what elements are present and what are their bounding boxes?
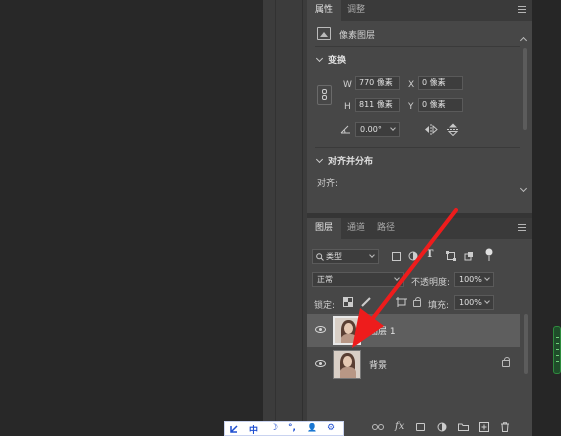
y-label: Y [408,102,414,112]
gutter-divider [302,0,303,436]
filter-smart-object-icon[interactable] [464,251,474,261]
panel-dock-gutter [263,0,307,436]
y-field[interactable]: 0 像素 [418,98,463,112]
visibility-eye-icon[interactable] [315,360,326,367]
adjustment-icon[interactable] [437,422,447,432]
filter-type-icon[interactable]: T [426,249,433,260]
height-label: H [344,102,351,112]
width-field[interactable]: 770 像素 [355,76,400,90]
tab-layers[interactable]: 图层 [307,218,342,239]
flip-vertical-icon[interactable] [447,123,459,136]
ime-logo-icon[interactable] [229,424,239,434]
flip-horizontal-icon[interactable] [424,124,438,135]
properties-panel: 属性 调整 像素图层 变换 W 770 像素 X 0 像素 H 811 像素 Y… [307,0,532,213]
search-icon [316,253,324,261]
pixel-layer-label: 像素图层 [339,31,376,41]
transform-section-header[interactable]: 变换 [315,53,346,67]
scroll-down-arrow[interactable] [519,184,528,193]
blend-mode-dropdown[interactable]: 正常 [312,272,404,287]
filter-toggle-icon[interactable] [484,248,494,262]
opacity-label: 不透明度: [411,278,451,288]
filter-pixel-icon[interactable] [392,252,401,261]
fx-icon[interactable]: fx [395,421,404,432]
lock-all-icon[interactable] [413,297,421,307]
link-icon[interactable] [372,423,384,431]
angle-icon [340,125,350,134]
tab-paths[interactable]: 路径 [369,218,403,239]
layer-row-background[interactable]: 背景 [307,348,520,381]
image-icon [317,27,331,40]
filter-shape-icon[interactable] [446,251,456,261]
x-field[interactable]: 0 像素 [418,76,463,90]
filter-kind-dropdown[interactable]: 类型 [312,249,379,264]
lock-image-icon[interactable] [361,296,372,307]
align-label: 对齐: [317,179,339,189]
lock-artboard-icon[interactable] [396,297,407,307]
tab-properties[interactable]: 属性 [307,0,342,21]
gutter-divider [275,0,276,436]
section-divider [315,147,520,148]
link-proportions-icon[interactable] [317,85,332,105]
fill-field[interactable]: 100% [454,295,494,310]
layer-name[interactable]: 图层 1 [369,324,396,337]
filter-adjustment-icon[interactable] [408,251,418,261]
scroll-up-arrow[interactable] [519,36,528,45]
layer-row-layer1[interactable]: 图层 1 [307,314,520,347]
layer-name[interactable]: 背景 [369,358,387,371]
new-layer-icon[interactable] [479,422,489,432]
panel-menu-icon[interactable] [518,224,526,231]
opacity-field[interactable]: 100% [454,272,494,287]
lock-transparent-icon[interactable] [343,297,353,307]
x-label: X [408,80,415,90]
ime-halfwidth-toggle[interactable]: ☽ [270,423,278,433]
properties-scrollbar[interactable] [523,48,527,130]
section-divider [315,46,520,47]
layers-scrollbar[interactable] [524,314,528,374]
side-scroll-widget[interactable] [553,326,561,374]
canvas-area[interactable] [0,0,263,436]
mask-icon[interactable] [416,423,425,431]
fill-label: 填充: [428,301,450,311]
tab-adjustments[interactable]: 调整 [339,0,373,21]
ime-punctuation-toggle[interactable]: °, [288,423,296,433]
align-section-header[interactable]: 对齐并分布 [315,154,373,168]
lock-icon [502,357,510,367]
width-label: W [343,80,352,90]
panel-menu-icon[interactable] [518,6,526,13]
ime-settings-icon[interactable]: ⚙ [327,423,335,433]
lock-label: 锁定: [314,301,336,311]
ime-chinese-mode[interactable]: 中 [249,423,258,436]
folder-icon[interactable] [458,423,469,431]
ime-user-icon[interactable]: 👤 [307,423,317,432]
layers-panel: 图层 通道 路径 类型 T 正常 不透明度: 100% 锁定: 填充: 100%… [307,218,532,436]
chevron-down-icon [315,54,324,63]
chevron-down-icon [315,155,324,164]
tab-channels[interactable]: 通道 [339,218,373,239]
visibility-eye-icon[interactable] [315,326,326,333]
properties-tabbar: 属性 调整 [307,0,532,21]
angle-field[interactable]: 0.00° [355,122,400,137]
height-field[interactable]: 811 像素 [355,98,400,112]
layer-thumbnail [333,350,361,379]
layers-tabbar: 图层 通道 路径 [307,218,532,239]
layer-thumbnail [333,316,361,345]
ime-toolbar: 中 ☽ °, 👤 ⚙ [224,421,344,436]
trash-icon[interactable] [500,422,510,432]
